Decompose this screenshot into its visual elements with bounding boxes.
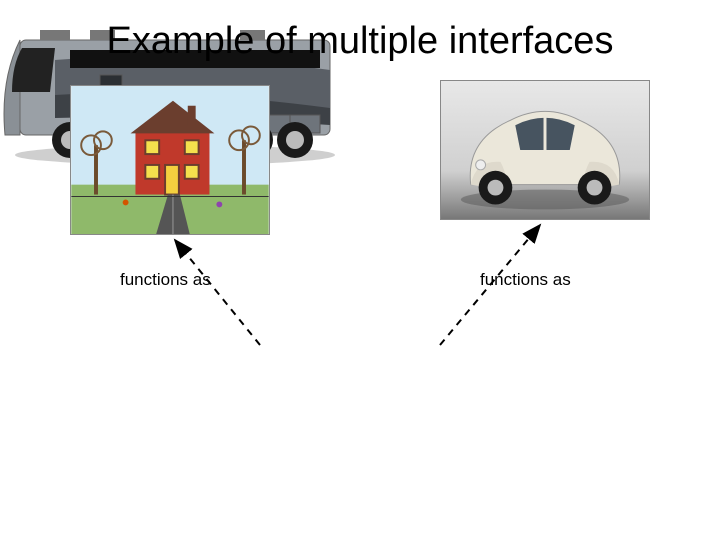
slide-title: Example of multiple interfaces [0, 20, 720, 63]
car-image [440, 80, 650, 220]
label-functions-as-left: functions as [120, 270, 211, 290]
house-image [70, 85, 270, 235]
label-functions-as-right: functions as [480, 270, 571, 290]
house-illustration [71, 86, 269, 234]
car-illustration [441, 80, 649, 220]
arrow-to-house [175, 240, 260, 345]
